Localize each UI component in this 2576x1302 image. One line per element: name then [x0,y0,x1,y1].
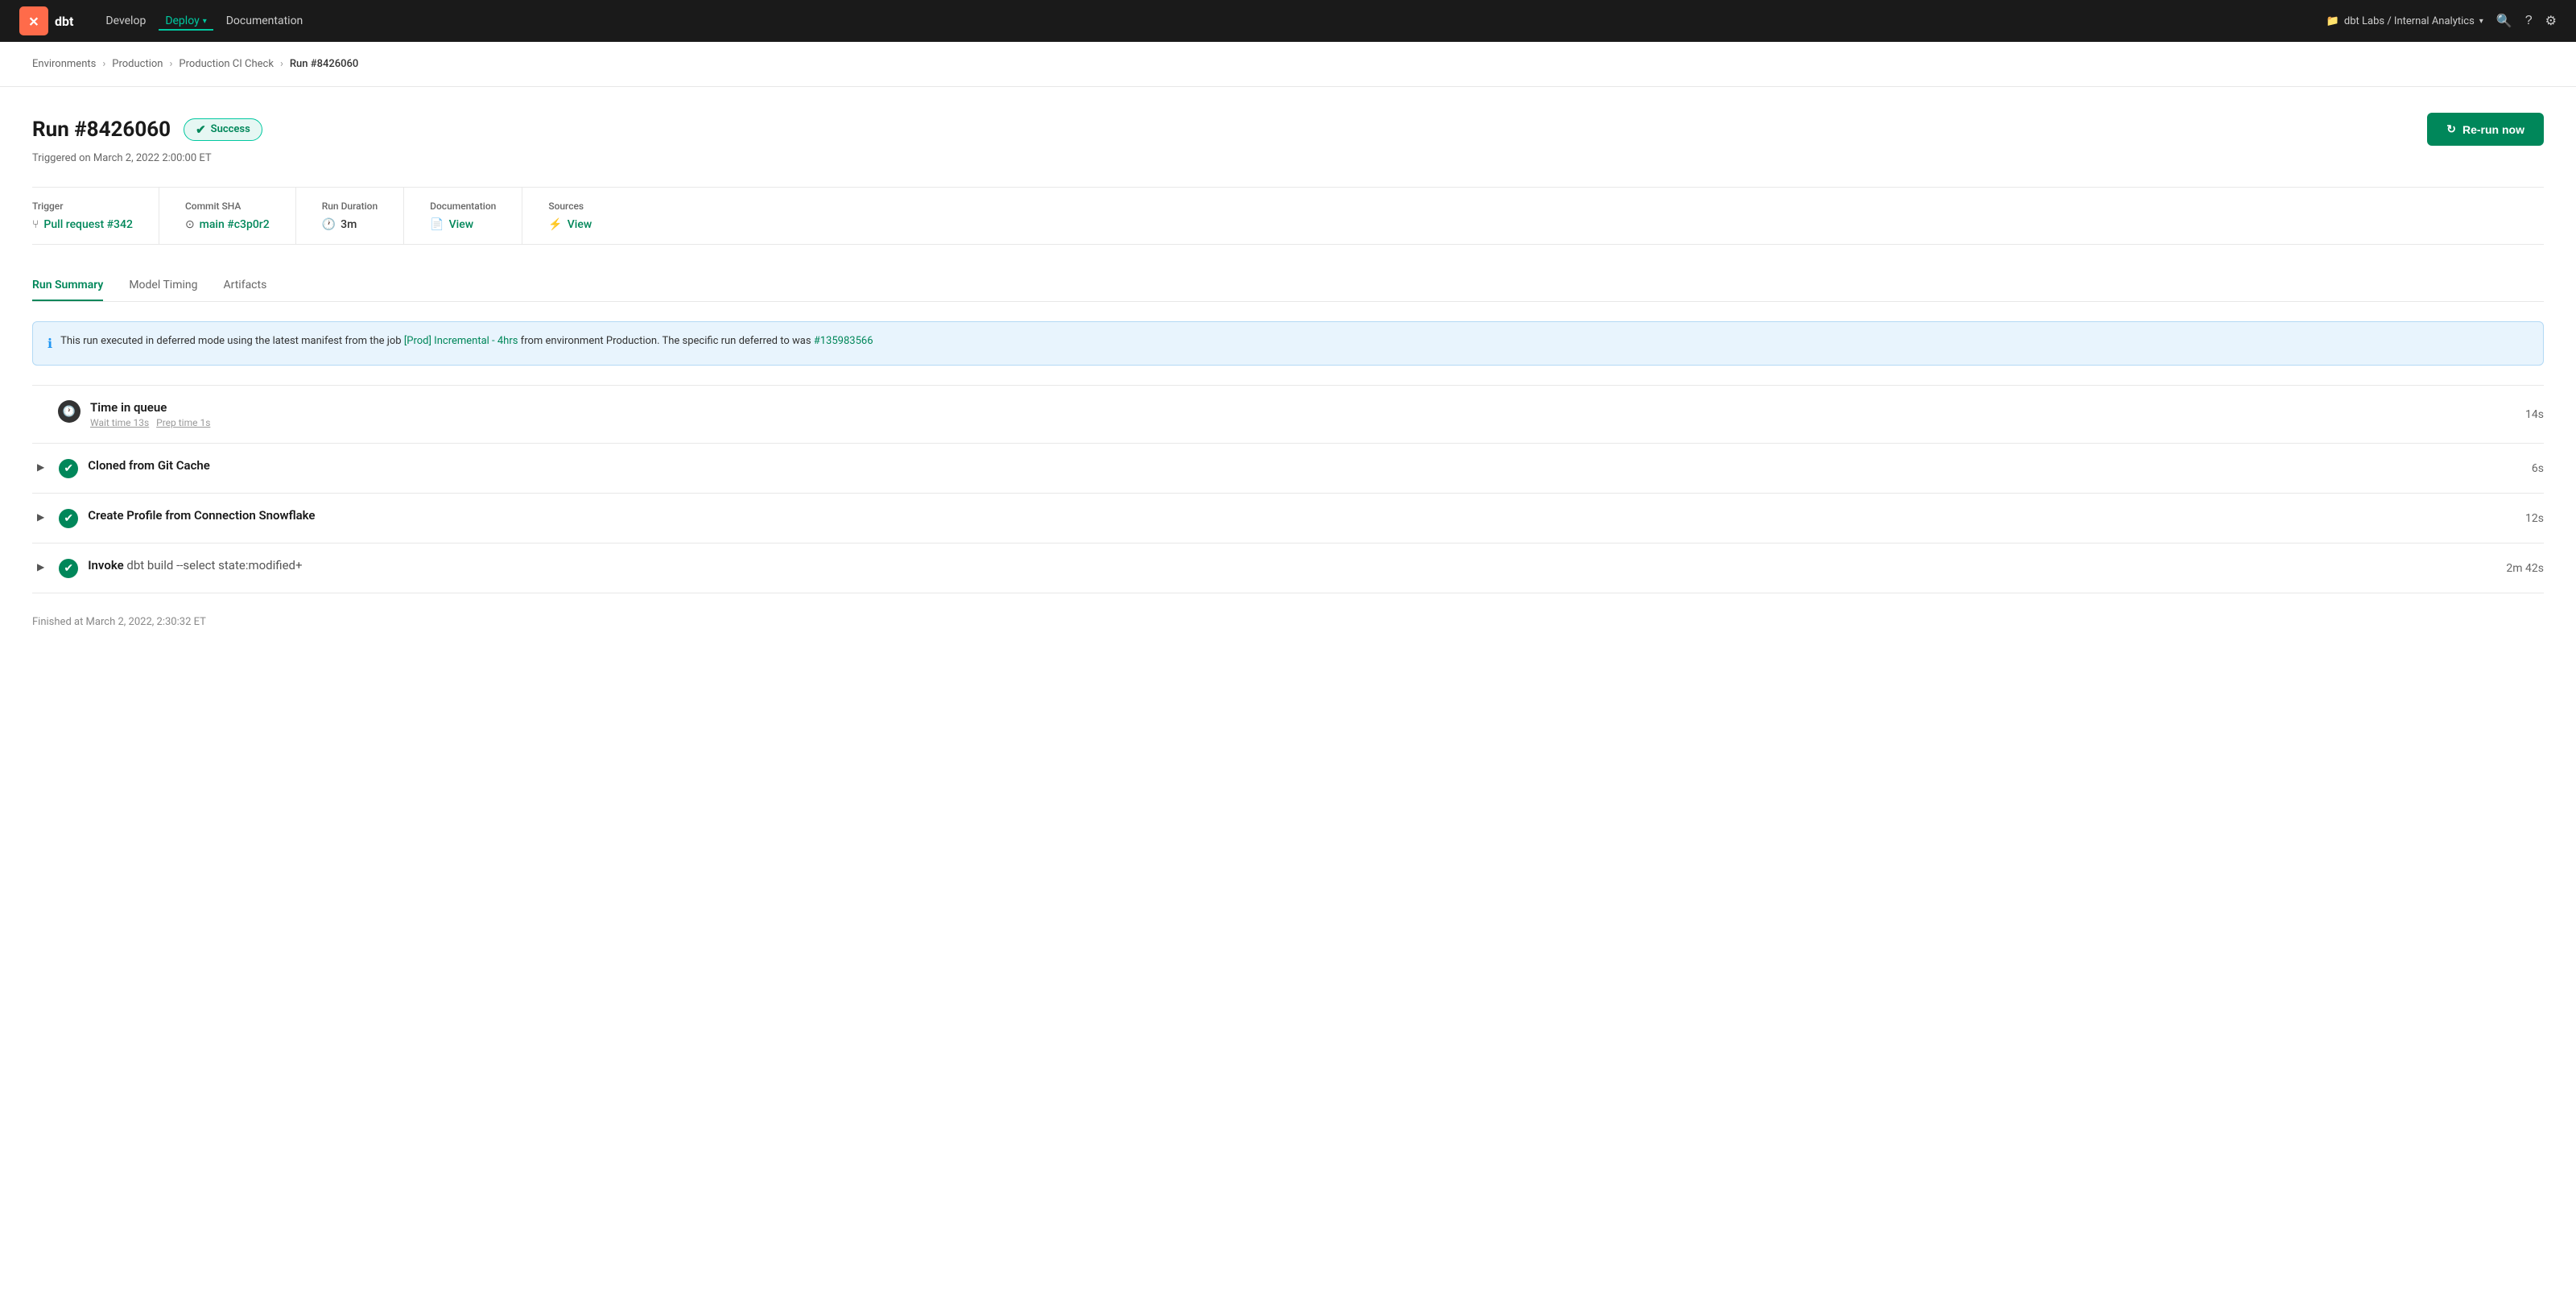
triggered-text: Triggered on March 2, 2022 2:00:00 ET [32,152,2544,164]
step-queue: 🕐 Time in queue Wait time 13s Prep time … [32,386,2544,444]
git-branch-icon: ⑂ [32,218,39,231]
meta-docs: Documentation 📄 View [404,188,522,244]
commit-link[interactable]: main #c3p0r2 [200,218,270,231]
run-steps: 🕐 Time in queue Wait time 13s Prep time … [32,385,2544,593]
nav-documentation[interactable]: Documentation [220,11,310,31]
queue-clock-icon: 🕐 [58,400,80,423]
breadcrumb-sep-1: › [102,58,105,70]
step-profile-title: Create Profile from Connection Snowflake [88,508,2516,523]
duration-label: Run Duration [322,200,378,212]
meta-trigger: Trigger ⑂ Pull request #342 [32,188,159,244]
breadcrumb-sep-3: › [280,58,283,70]
step-profile-expand[interactable]: ▶ [32,510,49,524]
deferred-job-link[interactable]: [Prod] Incremental - 4hrs [404,335,518,347]
duration-value: 🕐 3m [322,218,378,231]
trigger-link[interactable]: Pull request #342 [43,218,133,231]
queue-content: Time in queue Wait time 13s Prep time 1s [90,400,2516,428]
prep-time-link[interactable]: Prep time 1s [156,417,210,428]
sources-value: ⚡ View [548,218,592,231]
breadcrumb-ci-check[interactable]: Production CI Check [179,58,274,70]
sources-label: Sources [548,200,592,212]
queue-title: Time in queue [90,400,2516,415]
commit-value: ⊙ main #c3p0r2 [185,218,270,231]
trigger-label: Trigger [32,200,133,212]
step-profile-duration: 12s [2525,512,2544,525]
run-footer: Finished at March 2, 2022, 2:30:32 ET [32,593,2544,628]
run-tabs: Run Summary Model Timing Artifacts [32,271,2544,302]
step-clone-expand[interactable]: ▶ [32,460,49,474]
info-banner: ℹ This run executed in deferred mode usi… [32,321,2544,366]
step-invoke: ▶ ✔ Invoke dbt build --select state:modi… [32,544,2544,593]
status-text: Success [211,123,250,135]
clock-icon: 🕐 [322,218,336,231]
sources-link[interactable]: View [568,218,592,231]
main-content: Run #8426060 ✔ Success ↻ Re-run now Trig… [0,87,2576,1302]
commit-icon: ⊙ [185,218,195,231]
help-button[interactable]: ? [2525,14,2533,28]
meta-row: Trigger ⑂ Pull request #342 Commit SHA ⊙… [32,187,2544,245]
nav-right: 📁 dbt Labs / Internal Analytics ▾ 🔍 ? ⚙ [2326,13,2557,29]
step-profile-icon: ✔ [59,509,78,528]
docs-icon: 📄 [430,218,444,231]
finished-text: Finished at March 2, 2022, 2:30:32 ET [32,616,206,628]
step-invoke-duration: 2m 42s [2506,562,2544,575]
settings-button[interactable]: ⚙ [2545,13,2557,29]
breadcrumb-environments[interactable]: Environments [32,58,96,70]
commit-label: Commit SHA [185,200,270,212]
nav-deploy[interactable]: Deploy ▾ [159,11,213,31]
tab-run-summary[interactable]: Run Summary [32,271,103,301]
step-clone-title: Cloned from Git Cache [88,458,2522,473]
run-header: Run #8426060 ✔ Success ↻ Re-run now [32,113,2544,146]
step-clone: ▶ ✔ Cloned from Git Cache 6s [32,444,2544,494]
breadcrumb-production[interactable]: Production [112,58,163,70]
breadcrumb: Environments › Production › Production C… [0,42,2576,87]
run-title-section: Run #8426060 ✔ Success [32,118,262,142]
step-clone-duration: 6s [2532,462,2544,475]
step-invoke-icon: ✔ [59,559,78,578]
info-icon: ℹ [47,334,52,353]
breadcrumb-sep-2: › [169,58,172,70]
rerun-button[interactable]: ↻ Re-run now [2427,113,2544,146]
step-invoke-content: Invoke dbt build --select state:modified… [88,558,2496,572]
status-badge: ✔ Success [184,118,262,141]
step-invoke-expand[interactable]: ▶ [32,560,49,574]
nav-develop[interactable]: Develop [99,11,152,31]
step-invoke-title: Invoke dbt build --select state:modified… [88,558,2496,572]
nav-project[interactable]: 📁 dbt Labs / Internal Analytics ▾ [2326,15,2483,27]
step-clone-content: Cloned from Git Cache [88,458,2522,473]
run-title: Run #8426060 [32,118,171,142]
chevron-down-icon: ▾ [203,17,207,26]
trigger-value: ⑂ Pull request #342 [32,218,133,231]
svg-text:✕: ✕ [28,14,39,29]
meta-duration: Run Duration 🕐 3m [296,188,404,244]
queue-duration: 14s [2525,408,2544,421]
step-profile-content: Create Profile from Connection Snowflake [88,508,2516,523]
nav-logo[interactable]: ✕ dbt [19,6,73,35]
docs-label: Documentation [430,200,496,212]
search-button[interactable]: 🔍 [2496,13,2512,29]
queue-subtitle: Wait time 13s Prep time 1s [90,417,2516,428]
docs-value: 📄 View [430,218,496,231]
sources-icon: ⚡ [548,218,562,231]
tab-model-timing[interactable]: Model Timing [129,271,197,301]
check-icon: ✔ [196,122,206,137]
nav-links: Develop Deploy ▾ Documentation [99,11,309,31]
docs-link[interactable]: View [449,218,474,231]
step-profile: ▶ ✔ Create Profile from Connection Snowf… [32,494,2544,544]
step-invoke-cmd: dbt build --select state:modified+ [126,558,302,572]
meta-sources: Sources ⚡ View [522,188,617,244]
step-clone-icon: ✔ [59,459,78,478]
breadcrumb-current: Run #8426060 [290,58,358,70]
folder-icon: 📁 [2326,15,2339,27]
wait-time-link[interactable]: Wait time 13s [90,417,149,428]
chevron-down-icon: ▾ [2479,17,2483,26]
top-navigation: ✕ dbt Develop Deploy ▾ Documentation 📁 d… [0,0,2576,42]
refresh-icon: ↻ [2446,122,2456,136]
deferred-run-link[interactable]: #135983566 [814,335,873,347]
meta-commit: Commit SHA ⊙ main #c3p0r2 [159,188,296,244]
tab-artifacts[interactable]: Artifacts [224,271,267,301]
